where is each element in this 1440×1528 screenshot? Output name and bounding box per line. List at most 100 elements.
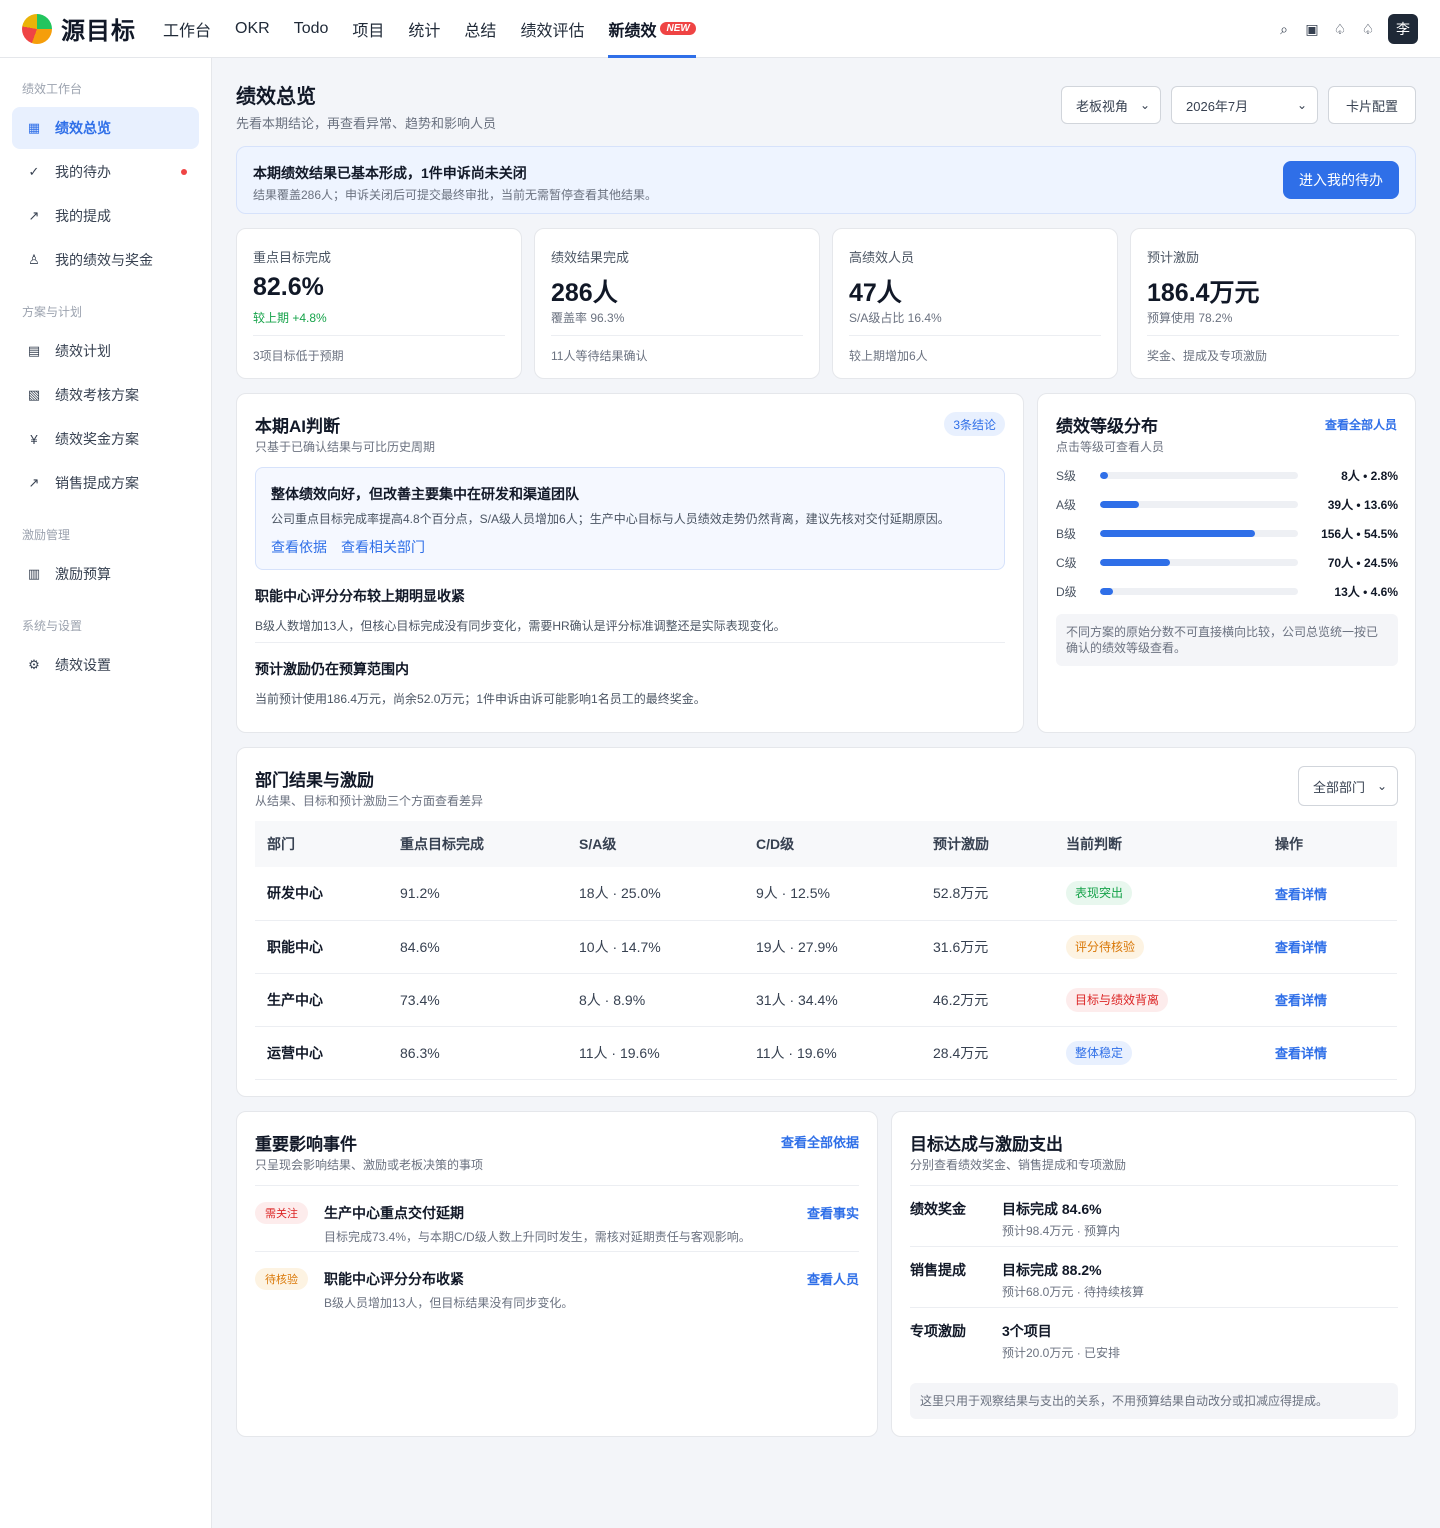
- sidebar-item-settings[interactable]: ⚙ 绩效设置: [12, 644, 199, 686]
- incentive-spend-card: 目标达成与激励支出 分别查看绩效奖金、销售提成和专项激励 绩效奖金 目标完成 8…: [891, 1111, 1416, 1437]
- nav-label: OKR: [235, 19, 270, 37]
- card-config-button[interactable]: 卡片配置: [1328, 86, 1416, 124]
- nav-todo[interactable]: Todo: [294, 0, 329, 58]
- status-badge: 评分待核验: [1066, 934, 1145, 959]
- view-all-basis-link[interactable]: 查看全部依据: [781, 1132, 859, 1151]
- bell-icon[interactable]: ♤: [1326, 21, 1354, 38]
- grade-bar-fill: [1100, 471, 1108, 479]
- grade-label: A级: [1056, 497, 1077, 512]
- table-row: 研发中心 91.2% 18人 · 25.0% 9人 · 12.5% 52.8万元…: [255, 867, 1397, 921]
- grade-row[interactable]: C级 70人 • 24.5%: [1056, 552, 1398, 572]
- department-filter-select[interactable]: 全部部门 ⌄: [1298, 766, 1398, 806]
- unread-dot: [181, 169, 187, 175]
- kpi-card-estimated-incentive[interactable]: 预计激励 186.4万元 预算使用 78.2% 奖金、提成及专项激励: [1130, 228, 1416, 379]
- search-icon[interactable]: ⌕: [1270, 21, 1298, 38]
- card-subtitle: 分别查看绩效奖金、销售提成和专项激励: [910, 1158, 1127, 1172]
- ai-highlight-title: 整体绩效向好，但改善主要集中在研发和渠道团队: [271, 486, 579, 502]
- notification-icon[interactable]: ♤: [1354, 21, 1382, 38]
- incentive-value: 3个项目: [1002, 1323, 1052, 1339]
- ai-highlight-links: 查看依据 查看相关部门: [271, 537, 425, 557]
- event-item: 待核验 职能中心评分分布收紧 B级人员增加13人，但目标结果没有同步变化。 查看…: [255, 1266, 859, 1328]
- sidebar-item-assessment-scheme[interactable]: ▧ 绩效考核方案: [12, 374, 199, 416]
- cd-grade-cell: 19人 · 27.9%: [744, 920, 921, 974]
- period-select[interactable]: 2026年7月 ⌄: [1171, 86, 1318, 124]
- status-badge: 表现突出: [1066, 881, 1133, 906]
- kpi-card-goal-completion[interactable]: 重点目标完成 82.6% 较上期 +4.8% 3项目标低于预期: [236, 228, 522, 379]
- view-facts-link[interactable]: 查看事实: [807, 1203, 859, 1222]
- app-logo[interactable]: 源目标: [22, 11, 163, 46]
- kpi-subvalue: 预算使用 78.2%: [1147, 311, 1233, 325]
- view-details-link[interactable]: 查看详情: [1275, 887, 1327, 902]
- grade-label: B级: [1056, 526, 1077, 541]
- card-title: 本期AI判断: [255, 417, 340, 436]
- kpi-card-result-completion[interactable]: 绩效结果完成 286人 覆盖率 96.3% 11人等待结果确认: [534, 228, 820, 379]
- sidebar-item-todo[interactable]: ✓ 我的待办: [12, 151, 199, 193]
- event-title: 生产中心重点交付延期: [324, 1205, 464, 1221]
- card-title: 重要影响事件: [255, 1135, 357, 1154]
- status-badge: 目标与绩效背离: [1066, 987, 1169, 1012]
- nav-label: 绩效评估: [520, 22, 585, 40]
- view-details-link[interactable]: 查看详情: [1275, 1046, 1327, 1061]
- card-config-label: 卡片配置: [1345, 98, 1398, 114]
- go-todo-button[interactable]: 进入我的待办: [1283, 161, 1399, 199]
- nav-workbench[interactable]: 工作台: [163, 0, 211, 58]
- action-cell: 查看详情: [1263, 920, 1397, 974]
- kpi-card-high-performers[interactable]: 高绩效人员 47人 S/A级占比 16.4% 较上期增加6人: [832, 228, 1118, 379]
- divider: [910, 1246, 1398, 1247]
- kpi-subvalue: 覆盖率 96.3%: [551, 311, 625, 325]
- column-header: 预计激励: [921, 821, 1054, 867]
- nav-projects[interactable]: 项目: [352, 0, 384, 58]
- sidebar-item-sales-commission-scheme[interactable]: ↗ 销售提成方案: [12, 462, 199, 504]
- sa-grade-cell: 8人 · 8.9%: [567, 973, 744, 1027]
- event-tag: 需关注: [255, 1202, 308, 1224]
- window-icon[interactable]: ▣: [1298, 21, 1326, 38]
- department-table: 部门 重点目标完成 S/A级 C/D级 预计激励 当前判断 操作 研发中心 91…: [255, 821, 1397, 1080]
- sidebar-item-my-commission[interactable]: ↗ 我的提成: [12, 195, 199, 237]
- grade-bar-track: [1100, 558, 1298, 566]
- grade-row[interactable]: D级 13人 • 4.6%: [1056, 581, 1398, 601]
- sidebar-item-incentive-budget[interactable]: ▥ 激励预算: [12, 553, 199, 595]
- list-icon: ▤: [27, 343, 41, 358]
- medal-icon: ♙: [28, 252, 40, 267]
- card-subtitle: 只呈现会影响结果、激励或老板决策的事项: [255, 1158, 484, 1172]
- grade-bar-fill: [1100, 587, 1114, 595]
- incentive-note: 这里只用于观察结果与支出的关系，不用预算结果自动改分或扣减应得提成。: [910, 1383, 1398, 1419]
- view-details-link[interactable]: 查看详情: [1275, 940, 1327, 955]
- department-filter-value: 全部部门: [1313, 779, 1366, 795]
- nav-new-performance[interactable]: 新绩效 NEW: [608, 0, 697, 58]
- budget-icon: ▥: [27, 566, 41, 581]
- nav-okr[interactable]: OKR: [235, 0, 270, 58]
- grade-bar-fill: [1100, 558, 1170, 566]
- cd-grade-cell: 9人 · 12.5%: [744, 867, 921, 921]
- view-basis-link[interactable]: 查看依据: [271, 537, 327, 557]
- grade-row[interactable]: B级 156人 • 54.5%: [1056, 523, 1398, 543]
- top-bar: 源目标 工作台 OKR Todo 项目 统计 总结 绩效评估 新绩效 NEW ⌕ …: [0, 0, 1440, 58]
- nav-summary[interactable]: 总结: [464, 0, 496, 58]
- conclusion-count-badge: 3条结论: [944, 412, 1005, 436]
- ai-judgement-card: 本期AI判断 只基于已确认结果与可比历史周期 3条结论 整体绩效向好，但改善主要…: [236, 393, 1024, 733]
- column-header: 操作: [1263, 821, 1397, 867]
- nav-performance-review[interactable]: 绩效评估: [520, 0, 584, 58]
- view-all-people-link[interactable]: 查看全部人员: [1325, 416, 1397, 433]
- grade-row[interactable]: S级 8人 • 2.8%: [1056, 465, 1398, 485]
- grade-label: C级: [1056, 555, 1077, 570]
- sidebar-item-bonus-scheme[interactable]: ¥ 绩效奖金方案: [12, 418, 199, 460]
- sidebar-item-performance-plan[interactable]: ▤ 绩效计划: [12, 330, 199, 372]
- view-select[interactable]: 老板视角 ⌄: [1061, 86, 1161, 124]
- sidebar-group-label: 激励管理: [22, 528, 71, 542]
- avatar[interactable]: 李: [1388, 14, 1418, 44]
- grid-icon: ▦: [27, 120, 41, 135]
- view-details-link[interactable]: 查看详情: [1275, 993, 1327, 1008]
- department-name: 运营中心: [255, 1026, 388, 1080]
- kpi-footnote: 奖金、提成及专项激励: [1147, 349, 1268, 363]
- view-departments-link[interactable]: 查看相关部门: [341, 537, 425, 557]
- card-subtitle: 点击等级可查看人员: [1056, 440, 1165, 454]
- sidebar-item-overview[interactable]: ▦ 绩效总览: [12, 107, 199, 149]
- nav-statistics[interactable]: 统计: [408, 0, 440, 58]
- view-people-link[interactable]: 查看人员: [807, 1269, 859, 1288]
- nav-label: 新绩效: [608, 22, 657, 40]
- incentive-type: 绩效奖金: [910, 1201, 966, 1217]
- sidebar-item-label: 绩效考核方案: [55, 387, 139, 403]
- sidebar-item-my-performance-bonus[interactable]: ♙ 我的绩效与奖金: [12, 239, 199, 281]
- grade-row[interactable]: A级 39人 • 13.6%: [1056, 494, 1398, 514]
